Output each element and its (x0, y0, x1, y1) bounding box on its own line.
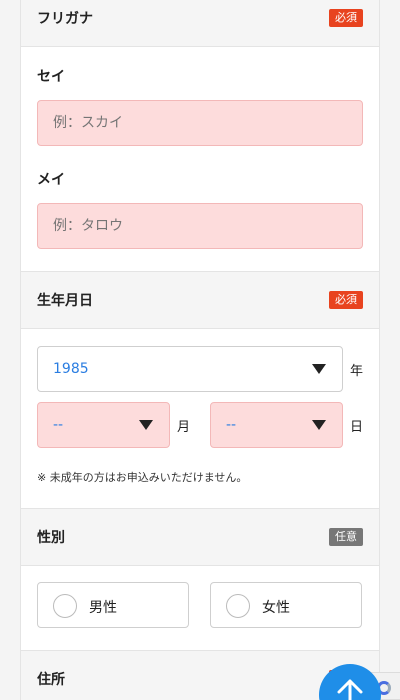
year-unit: 年 (350, 364, 364, 379)
radio-icon (226, 594, 250, 618)
birth-day-select[interactable]: -- (210, 402, 343, 448)
address-title: 住所 (37, 672, 65, 688)
radio-icon (53, 594, 77, 618)
day-unit: 日 (350, 420, 364, 435)
chevron-down-icon (139, 420, 153, 430)
chevron-down-icon (312, 364, 326, 374)
gender-option-female[interactable]: 女性 (210, 582, 362, 628)
birth-year-select[interactable]: 1985 (37, 346, 343, 392)
birthday-required-badge: 必須 (329, 291, 363, 309)
sei-label: セイ (37, 69, 65, 85)
gender-option-male[interactable]: 男性 (37, 582, 189, 628)
gender-option-label: 女性 (262, 600, 290, 616)
birth-month-select[interactable]: -- (37, 402, 170, 448)
gender-option-label: 男性 (89, 600, 117, 616)
furigana-required-badge: 必須 (329, 9, 363, 27)
birthday-title: 生年月日 (37, 293, 93, 309)
birth-day-value: -- (226, 417, 237, 433)
sei-input[interactable] (37, 100, 363, 146)
gender-optional-badge: 任意 (329, 528, 363, 546)
mei-input[interactable] (37, 203, 363, 249)
gender-section-header: 性別 任意 (21, 508, 379, 566)
arrow-up-icon (337, 679, 363, 700)
form-card: フリガナ 必須 セイ メイ 生年月日 必須 1985 年 -- 月 -- 日 ※… (20, 0, 380, 700)
mei-label: メイ (37, 172, 65, 188)
chevron-down-icon (312, 420, 326, 430)
month-unit: 月 (177, 420, 191, 435)
furigana-section-header: フリガナ 必須 (21, 0, 379, 47)
birth-month-value: -- (53, 417, 64, 433)
minor-note: ※ 未成年の方はお申込みいただけません。 (37, 471, 248, 484)
furigana-title: フリガナ (37, 11, 93, 27)
gender-title: 性別 (37, 530, 65, 546)
birthday-section-header: 生年月日 必須 (21, 271, 379, 329)
birth-year-value: 1985 (53, 361, 89, 377)
